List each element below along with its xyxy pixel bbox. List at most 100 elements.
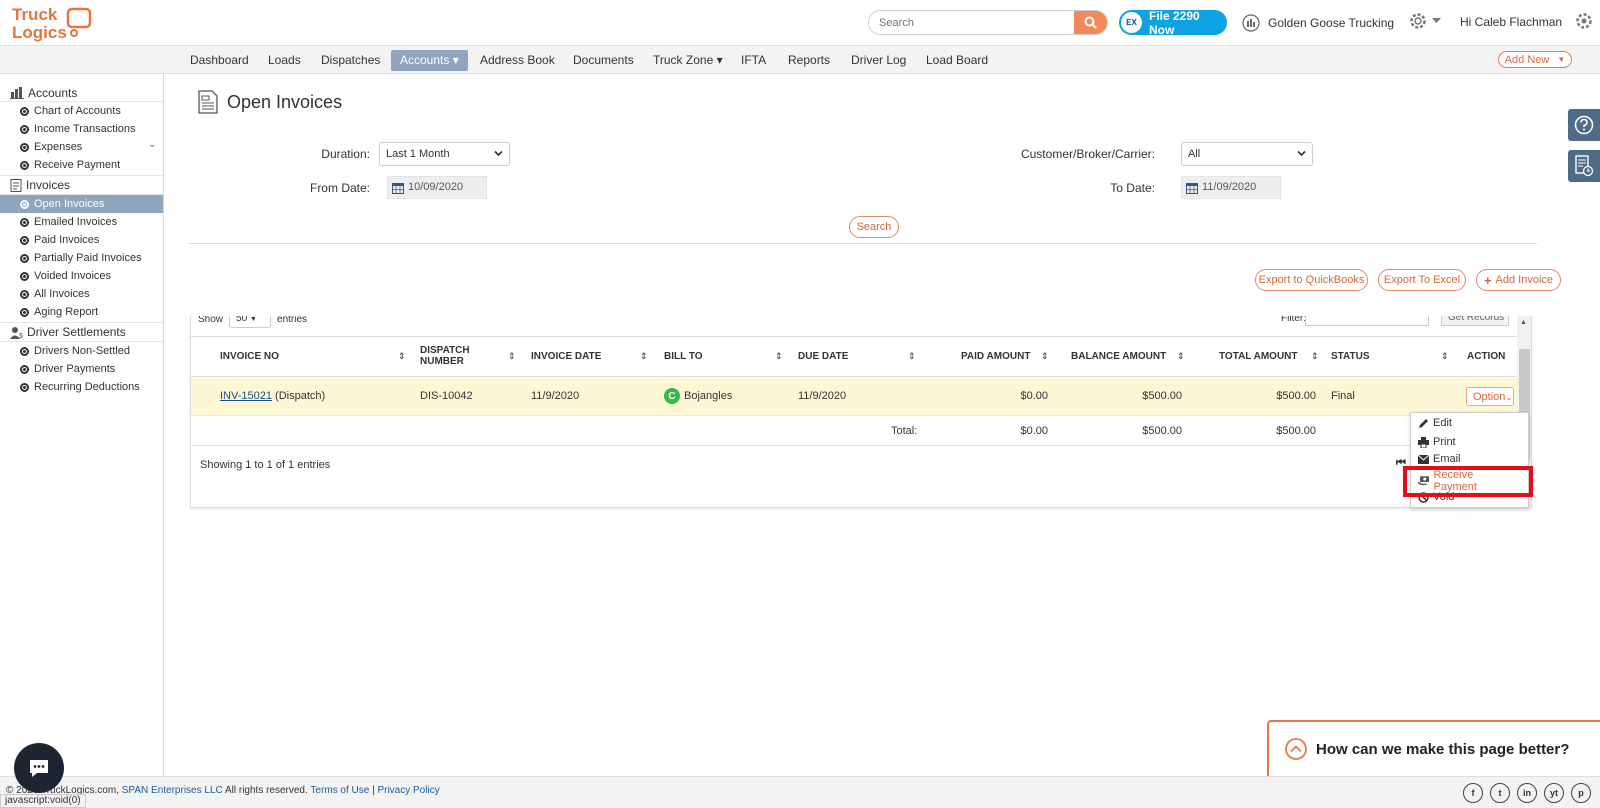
add-invoice-button[interactable]: + Add Invoice xyxy=(1476,269,1561,291)
nav-truck-zone[interactable]: Truck Zone ▾ xyxy=(653,53,723,67)
caret-down-icon xyxy=(1432,18,1441,23)
user-help[interactable] xyxy=(1574,11,1594,34)
terms-link[interactable]: Terms of Use xyxy=(310,785,369,796)
divider xyxy=(189,243,1537,244)
sort-icon[interactable]: ⇕ xyxy=(1311,351,1319,362)
nav-ifta[interactable]: IFTA xyxy=(741,53,766,67)
privacy-link[interactable]: Privacy Policy xyxy=(377,785,439,796)
menu-item-print[interactable]: Print xyxy=(1418,436,1456,448)
facebook-icon[interactable]: f xyxy=(1463,783,1483,803)
nav-dispatches[interactable]: Dispatches xyxy=(321,53,380,67)
col-due-date[interactable]: DUE DATE xyxy=(798,351,848,362)
nav-dashboard[interactable]: Dashboard xyxy=(190,53,249,67)
sidebar-item-emailed-invoices[interactable]: Emailed Invoices xyxy=(0,213,163,231)
search-filter-button[interactable]: Search xyxy=(849,216,899,238)
from-date-field[interactable]: 10/09/2020 xyxy=(387,176,487,199)
customer-badge-icon: C xyxy=(664,388,680,404)
radio-dot-icon xyxy=(20,142,29,152)
from-date-label: From Date: xyxy=(309,181,370,195)
sidebar-item-label: Partially Paid Invoices xyxy=(34,252,142,264)
sidebar-item-paid-invoices[interactable]: Paid Invoices xyxy=(0,231,163,249)
caret-down-icon: ▾ xyxy=(452,53,459,67)
col-total-amount[interactable]: TOTAL AMOUNT xyxy=(1219,351,1298,362)
sidebar-item-drivers-non-settled[interactable]: Drivers Non-Settled xyxy=(0,342,163,360)
search-button[interactable] xyxy=(1074,11,1107,34)
get-records-button[interactable]: Get Records xyxy=(1441,316,1509,326)
sidebar-item-chart-of-accounts[interactable]: Chart of Accounts xyxy=(0,102,163,120)
filter-input[interactable] xyxy=(1305,316,1429,326)
chat-launcher[interactable] xyxy=(14,743,64,793)
linkedin-icon[interactable]: in xyxy=(1517,783,1537,803)
nav-reports[interactable]: Reports xyxy=(788,53,830,67)
search-input[interactable] xyxy=(869,11,1074,34)
sort-icon[interactable]: ⇕ xyxy=(775,351,783,362)
company-selector[interactable]: Golden Goose Trucking xyxy=(1242,14,1394,32)
sort-icon[interactable]: ⇕ xyxy=(398,351,406,362)
sidebar-section-invoices[interactable]: Invoices xyxy=(0,175,163,195)
nav-documents[interactable]: Documents xyxy=(573,53,634,67)
top-bar: Truck Logics EX File 2290 Now Golden Goo… xyxy=(0,0,1600,46)
sort-icon[interactable]: ⇕ xyxy=(640,351,648,362)
feedback-doc-button[interactable] xyxy=(1568,150,1600,182)
nav-loads[interactable]: Loads xyxy=(268,53,301,67)
sidebar-item-recurring-deductions[interactable]: Recurring Deductions xyxy=(0,378,163,396)
sidebar-accounts-title: Accounts xyxy=(28,85,78,100)
customer-value: All xyxy=(1188,148,1201,160)
sort-icon[interactable]: ⇕ xyxy=(908,351,916,362)
col-bill-to[interactable]: BILL TO xyxy=(664,351,703,362)
sidebar-item-expenses[interactable]: Expenses ⌄ xyxy=(0,138,163,156)
sidebar-item-label: Drivers Non-Settled xyxy=(34,345,130,357)
youtube-icon[interactable]: yt xyxy=(1544,783,1564,803)
feedback-widget[interactable]: How can we make this page better? xyxy=(1267,720,1600,776)
twitter-icon[interactable]: t xyxy=(1490,783,1510,803)
sidebar-item-label: Driver Payments xyxy=(34,363,116,375)
col-dispatch-number[interactable]: DISPATCH NUMBER xyxy=(420,345,470,367)
nav-load-board[interactable]: Load Board xyxy=(926,53,988,67)
user-greeting[interactable]: Hi Caleb Flachman xyxy=(1460,15,1562,29)
menu-item-edit[interactable]: Edit xyxy=(1418,417,1452,429)
customer-select[interactable]: All xyxy=(1181,142,1313,166)
export-excel-button[interactable]: Export To Excel xyxy=(1378,269,1466,291)
sort-icon[interactable]: ⇕ xyxy=(1041,351,1049,362)
to-date-field[interactable]: 11/09/2020 xyxy=(1181,176,1281,199)
sidebar-item-income-transactions[interactable]: Income Transactions xyxy=(0,120,163,138)
nav-driver-log[interactable]: Driver Log xyxy=(851,53,906,67)
scroll-up-icon[interactable]: ▲ xyxy=(1520,319,1527,326)
chevron-down-icon xyxy=(494,150,503,157)
col-paid-amount[interactable]: PAID AMOUNT xyxy=(961,351,1030,362)
sidebar-item-driver-payments[interactable]: Driver Payments xyxy=(0,360,163,378)
trucklogics-logo[interactable]: Truck Logics xyxy=(10,4,92,42)
duration-value: Last 1 Month xyxy=(386,148,450,160)
col-invoice-date[interactable]: INVOICE DATE xyxy=(531,351,601,362)
export-quickbooks-button[interactable]: Export to QuickBooks xyxy=(1255,269,1368,291)
settings-menu[interactable] xyxy=(1408,11,1441,31)
duration-select[interactable]: Last 1 Month xyxy=(379,142,510,166)
col-invoice-no[interactable]: INVOICE NO xyxy=(220,351,279,362)
pinterest-icon[interactable]: p xyxy=(1571,783,1591,803)
sidebar-item-voided-invoices[interactable]: Voided Invoices xyxy=(0,267,163,285)
question-icon xyxy=(1574,115,1594,135)
nav-address-book[interactable]: Address Book xyxy=(480,53,555,67)
sidebar-item-receive-payment[interactable]: Receive Payment xyxy=(0,156,163,174)
radio-dot-icon xyxy=(20,199,29,209)
span-enterprises-link[interactable]: SPAN Enterprises LLC xyxy=(122,785,223,796)
sidebar-item-aging-report[interactable]: Aging Report xyxy=(0,303,163,321)
sidebar-item-all-invoices[interactable]: All Invoices xyxy=(0,285,163,303)
option-button[interactable]: Option⌄ xyxy=(1466,387,1514,406)
col-status[interactable]: STATUS xyxy=(1331,351,1370,362)
invoice-link[interactable]: INV-15021 xyxy=(220,390,272,402)
sidebar-item-open-invoices[interactable]: Open Invoices xyxy=(0,195,163,213)
nav-accounts[interactable]: Accounts ▾ xyxy=(391,50,468,71)
sidebar-section-driver-settlements[interactable]: $ Driver Settlements xyxy=(0,322,163,342)
entries-select[interactable]: 50 ▼ xyxy=(229,316,272,328)
add-new-button[interactable]: Add New ▼ xyxy=(1498,51,1572,68)
sort-icon[interactable]: ⇕ xyxy=(1177,351,1185,362)
menu-item-email[interactable]: Email xyxy=(1418,453,1461,465)
sort-icon[interactable]: ⇕ xyxy=(508,351,516,362)
sort-icon[interactable]: ⇕ xyxy=(1441,351,1449,362)
col-balance-amount[interactable]: BALANCE AMOUNT xyxy=(1071,351,1166,362)
file-2290-button[interactable]: EX File 2290 Now xyxy=(1119,9,1227,37)
sidebar-section-accounts[interactable]: Accounts xyxy=(0,84,163,102)
help-button[interactable] xyxy=(1568,109,1600,141)
sidebar-item-partially-paid-invoices[interactable]: Partially Paid Invoices xyxy=(0,249,163,267)
